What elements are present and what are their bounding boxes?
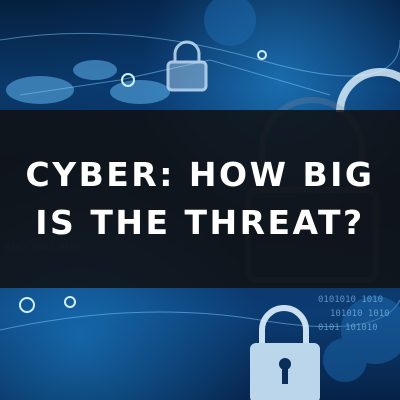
headline-line-1: CYBER: HOW BIG xyxy=(25,155,375,194)
padlock-icon xyxy=(250,305,320,400)
svg-text:0101 101010: 0101 101010 xyxy=(318,323,378,333)
svg-text:101010 1010: 101010 1010 xyxy=(330,309,390,319)
headline-title: CYBER: HOW BIG IS THE THREAT? xyxy=(6,151,395,247)
padlock-icon xyxy=(336,68,400,113)
headline-line-2: IS THE THREAT? xyxy=(35,203,365,242)
cyber-threat-graphic: 0101010 1010 101010 1010 0101 101010 010… xyxy=(0,0,400,400)
world-map xyxy=(6,60,170,104)
svg-text:0101010 1010: 0101010 1010 xyxy=(318,295,383,305)
headline-banner: CYBER: HOW BIG IS THE THREAT? xyxy=(0,110,400,288)
padlock-icon xyxy=(166,40,208,92)
